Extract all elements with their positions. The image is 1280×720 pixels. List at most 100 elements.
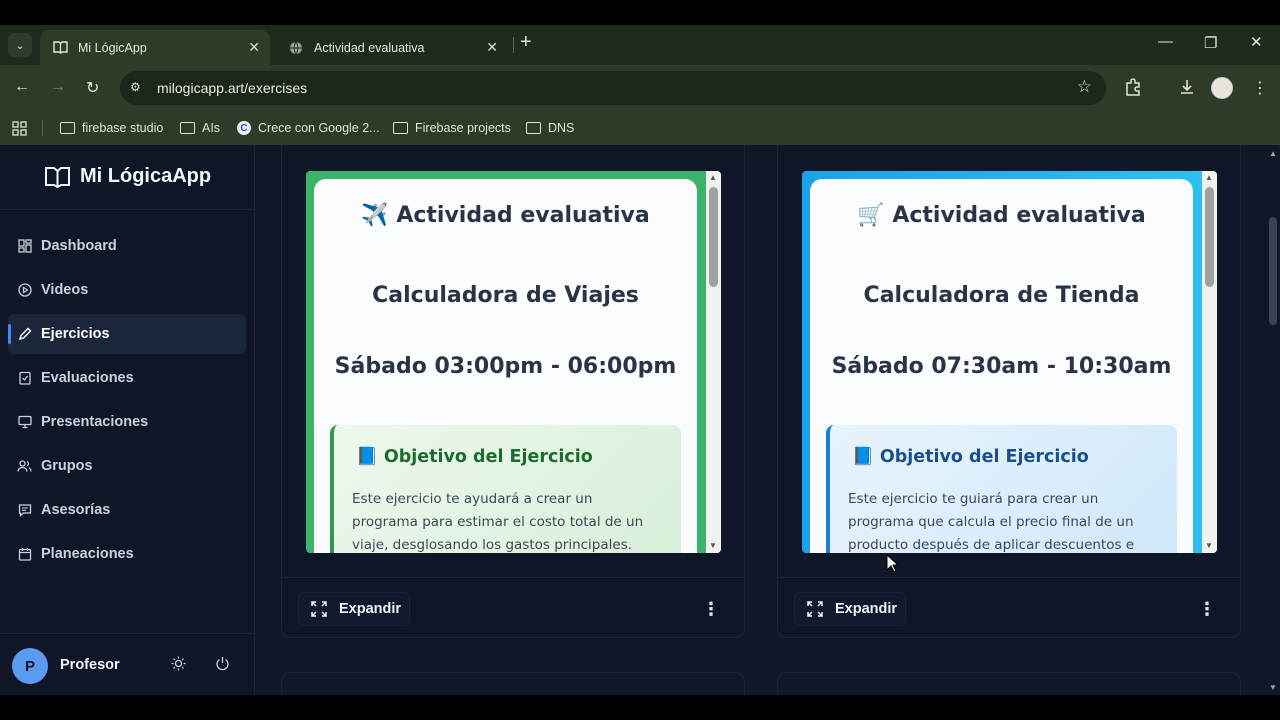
- bottom-letterbox: [0, 695, 1280, 720]
- page-scrollbar[interactable]: ▲ ▼: [1266, 145, 1280, 695]
- theme-toggle-sun-icon[interactable]: [171, 656, 186, 676]
- scroll-up-icon[interactable]: ▲: [1205, 173, 1213, 182]
- user-avatar[interactable]: P: [12, 648, 48, 684]
- folder-icon: [393, 122, 408, 134]
- bookmark-firebase-studio[interactable]: firebase studio: [60, 117, 163, 139]
- extensions-icon[interactable]: [1124, 78, 1142, 101]
- scroll-down-icon[interactable]: ▼: [709, 541, 717, 550]
- objective-text: Este ejercicio te ayudará a crear un pro…: [352, 491, 644, 553]
- objective-title-text: Objetivo del Ejercicio: [383, 447, 593, 467]
- expand-label: Expandir: [835, 601, 898, 617]
- scrollbar-thumb[interactable]: [1269, 217, 1277, 325]
- objective-text: Este ejercicio te guiará para crear un p…: [848, 491, 1135, 553]
- preview-heading: ✈️ Actividad evaluativa: [314, 203, 697, 228]
- restore-button[interactable]: ❐: [1204, 34, 1217, 52]
- reload-button[interactable]: ↻: [86, 78, 99, 98]
- bookmarks-divider: [42, 120, 43, 136]
- preview-scrollbar[interactable]: ▲ ▼: [706, 171, 721, 553]
- minimize-button[interactable]: —: [1158, 33, 1173, 50]
- exercise-schedule: Sábado 07:30am - 10:30am: [831, 354, 1172, 379]
- apps-icon[interactable]: [12, 117, 27, 139]
- scrollbar-thumb[interactable]: [709, 187, 718, 287]
- scroll-down-icon[interactable]: ▼: [1205, 541, 1213, 550]
- tab-mi-logicapp[interactable]: Mi LógicApp ✕: [40, 30, 270, 65]
- users-icon: [17, 459, 32, 474]
- sidebar-item-presentaciones[interactable]: Presentaciones: [8, 402, 246, 442]
- sidebar-item-ejercicios[interactable]: Ejercicios: [8, 314, 246, 354]
- sidebar-item-planeaciones[interactable]: Planeaciones: [8, 534, 246, 574]
- globe-icon: [288, 40, 304, 56]
- close-window-button[interactable]: ✕: [1250, 33, 1263, 51]
- mouse-cursor-icon: [886, 554, 900, 573]
- expand-button[interactable]: Expandir: [794, 592, 906, 626]
- sidebar-item-evaluaciones[interactable]: Evaluaciones: [8, 358, 246, 398]
- tab-actividad-evaluativa[interactable]: Actividad evaluativa ✕: [276, 30, 508, 65]
- scrollbar-thumb[interactable]: [1205, 187, 1214, 287]
- bookmark-label: AIs: [202, 121, 221, 135]
- preview-heading: 🛒 Actividad evaluativa: [810, 203, 1193, 228]
- exercise-title: Calculadora de Viajes: [372, 283, 639, 308]
- user-name: Profesor: [60, 657, 120, 673]
- sidebar-item-grupos[interactable]: Grupos: [8, 446, 246, 486]
- back-button[interactable]: ←: [14, 78, 30, 96]
- exercise-title: Calculadora de Tienda: [863, 283, 1140, 308]
- expand-button[interactable]: Expandir: [298, 592, 410, 626]
- profile-avatar[interactable]: [1211, 77, 1233, 99]
- scroll-down-icon[interactable]: ▼: [1269, 683, 1277, 692]
- download-icon[interactable]: [1178, 78, 1196, 101]
- sidebar-item-dashboard[interactable]: Dashboard: [8, 226, 246, 266]
- logout-power-icon[interactable]: [215, 656, 230, 676]
- bookmark-ais[interactable]: AIs: [180, 117, 220, 139]
- folder-icon: [526, 122, 541, 134]
- bookmark-dns[interactable]: DNS: [526, 117, 574, 139]
- blue-book-icon: 📘: [852, 447, 874, 467]
- chevron-down-icon: ⌄: [15, 39, 25, 52]
- sidebar-item-label: Dashboard: [41, 238, 117, 254]
- card-menu-kebab-icon[interactable]: ⋮: [702, 599, 720, 620]
- card-menu-kebab-icon[interactable]: ⋮: [1198, 599, 1216, 620]
- tab-title: Mi LógicApp: [78, 40, 147, 55]
- bookmark-star-icon[interactable]: ☆: [1077, 77, 1092, 97]
- airplane-icon: ✈️: [361, 203, 389, 228]
- objective-box: 📘 Objetivo del Ejercicio Este ejercicio …: [826, 425, 1177, 553]
- url-text: milogicapp.art/exercises: [157, 80, 308, 96]
- preview-scrollbar[interactable]: ▲ ▼: [1202, 171, 1217, 553]
- sidebar-item-videos[interactable]: Videos: [8, 270, 246, 310]
- divider: [0, 209, 255, 210]
- objective-title: 📘 Objetivo del Ejercicio: [852, 447, 1089, 467]
- preview-document: ✈️ Actividad evaluativa Calculadora de V…: [314, 179, 697, 553]
- folder-icon: [60, 122, 75, 134]
- close-icon[interactable]: ✕: [486, 39, 498, 56]
- objective-title-text: Objetivo del Ejercicio: [879, 447, 1089, 467]
- address-bar[interactable]: ⚙ milogicapp.art/exercises ☆: [120, 71, 1106, 105]
- menu-kebab-icon[interactable]: ⋮: [1252, 78, 1268, 98]
- blue-book-icon: 📘: [356, 447, 378, 467]
- sidebar: Mi LógicaApp Dashboard Videos Ejercicios…: [0, 145, 255, 695]
- expand-icon: [311, 601, 327, 617]
- preview-document: 🛒 Actividad evaluativa Calculadora de Ti…: [810, 179, 1193, 553]
- forward-button[interactable]: →: [50, 78, 66, 96]
- exercise-preview-frame[interactable]: 🛒 Actividad evaluativa Calculadora de Ti…: [802, 171, 1217, 553]
- sidebar-item-asesorias[interactable]: Asesorías: [8, 490, 246, 530]
- bookmark-crece-con-google[interactable]: C Crece con Google 2...: [237, 117, 380, 139]
- divider: [282, 577, 744, 578]
- sidebar-item-label: Planeaciones: [41, 546, 134, 562]
- clipboard-icon: [17, 371, 32, 386]
- top-letterbox: [0, 0, 1280, 25]
- bookmark-firebase-projects[interactable]: Firebase projects: [393, 117, 511, 139]
- sidebar-item-label: Grupos: [41, 458, 93, 474]
- new-tab-button[interactable]: +: [520, 31, 532, 54]
- shopping-cart-icon: 🛒: [857, 203, 885, 228]
- tab-search-button[interactable]: ⌄: [8, 33, 32, 57]
- heading-text: Actividad evaluativa: [396, 203, 650, 228]
- bookmarks-bar: firebase studio AIs C Crece con Google 2…: [0, 111, 1280, 145]
- exercise-preview-frame[interactable]: ✈️ Actividad evaluativa Calculadora de V…: [306, 171, 721, 553]
- scroll-up-icon[interactable]: ▲: [709, 173, 717, 182]
- c-icon: C: [237, 121, 251, 135]
- site-settings-icon[interactable]: ⚙: [130, 80, 146, 96]
- tab-divider: [513, 37, 514, 53]
- scroll-up-icon[interactable]: ▲: [1269, 149, 1277, 158]
- brand-logo[interactable]: Mi LógicaApp: [44, 165, 211, 188]
- close-icon[interactable]: ✕: [248, 39, 260, 56]
- sidebar-item-label: Presentaciones: [41, 414, 149, 430]
